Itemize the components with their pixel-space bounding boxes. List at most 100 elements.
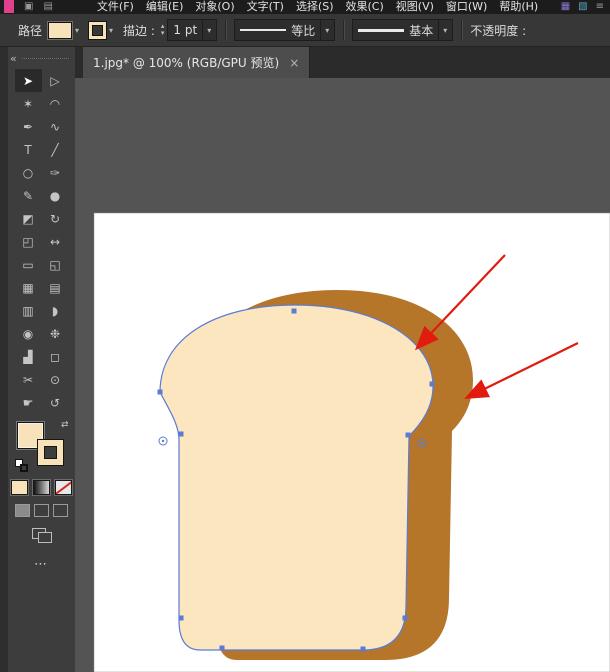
ellipse-tool[interactable]: ○ [15,161,42,184]
draw-normal-button[interactable] [15,504,30,517]
lasso-icon: ◠ [50,97,60,111]
home-icon[interactable]: ▣ [24,1,33,12]
anchor-point[interactable] [403,616,408,621]
stroke-width-field[interactable]: 1 pt ▾ [167,19,217,41]
anchor-point[interactable] [406,433,411,438]
menu-item-2[interactable]: 编辑(E) [146,0,184,14]
stepper-down-icon[interactable]: ▾ [161,30,165,37]
artboard-tool[interactable]: ◻ [42,345,69,368]
workspace-icon[interactable]: ▤ [43,1,52,12]
fill-color-dropdown[interactable]: ▾ [48,22,79,39]
arrange-documents-icon[interactable]: ▦ [561,1,570,12]
gradient-button[interactable] [33,480,50,495]
anchor-point[interactable] [158,390,163,395]
collapse-panel-icon[interactable]: « [10,52,17,65]
ellipse-icon: ○ [23,166,33,180]
anchor-point[interactable] [179,616,184,621]
column-graph-tool[interactable]: ▟ [15,345,42,368]
menu-item-5[interactable]: 选择(S) [296,0,334,14]
menu-item-1[interactable]: 文件(F) [97,0,134,14]
brush-definition-value: 基本 [409,22,433,39]
hand-tool[interactable]: ☛ [15,391,42,414]
draw-behind-button[interactable] [34,504,49,517]
brush-stroke-line-icon [358,29,404,32]
perspective-grid-tool[interactable]: ▦ [15,276,42,299]
menu-item-9[interactable]: 帮助(H) [499,0,538,14]
control-bar: 路径 ▾ ▾ 描边 : ▴ ▾ 1 pt ▾ 等比 ▾ 基本 ▾ [0,14,610,47]
panel-grip[interactable] [22,58,69,59]
menu-item-3[interactable]: 对象(O) [195,0,234,14]
shape-builder-tool[interactable]: ◱ [42,253,69,276]
blend-tool[interactable]: ◉ [15,322,42,345]
blend-icon: ◉ [23,327,33,341]
screen-mode-button[interactable] [32,528,52,543]
opacity-label[interactable]: 不透明度 : [470,22,526,39]
draw-mode-buttons [8,504,75,517]
width-tool[interactable]: ↔ [42,230,69,253]
rotate-tool[interactable]: ↻ [42,207,69,230]
draw-inside-button[interactable] [53,504,68,517]
scale-tool[interactable]: ◰ [15,230,42,253]
anchor-point[interactable] [292,309,297,314]
symbol-sprayer-tool[interactable]: ❉ [42,322,69,345]
line-segment-tool[interactable]: ╱ [42,138,69,161]
blob-brush-tool[interactable]: ● [42,184,69,207]
free-transform-tool[interactable]: ▭ [15,253,42,276]
gradient-icon: ▥ [22,304,33,318]
swap-fill-stroke-icon[interactable]: ⇄ [61,420,69,430]
canvas[interactable] [75,78,610,672]
anchor-point[interactable] [361,647,366,652]
chevron-down-icon: ▾ [202,20,211,40]
stroke-swatch[interactable] [38,440,63,465]
paintbrush-tool[interactable]: ✑ [42,161,69,184]
anchor-point[interactable] [220,646,225,651]
menu-item-7[interactable]: 视图(V) [396,0,434,14]
menu-item-6[interactable]: 效果(C) [346,0,384,14]
pen-tool[interactable]: ✒ [15,115,42,138]
hand-icon: ☛ [23,396,34,410]
slice-icon: ✂ [23,373,33,387]
stroke-color-swatch [89,22,106,39]
anchor-point[interactable] [179,432,184,437]
bread-slice-shape[interactable] [160,305,433,650]
selection-tool[interactable]: ➤ [15,69,42,92]
document-tab[interactable]: 1.jpg* @ 100% (RGB/GPU 预览) × [83,47,310,78]
width-icon: ↔ [50,235,60,249]
direct-selection-tool[interactable]: ▷ [42,69,69,92]
rotate-view-tool[interactable]: ↺ [42,391,69,414]
gradient-tool[interactable]: ▥ [15,299,42,322]
eyedropper-tool[interactable]: ◗ [42,299,69,322]
search-icon[interactable]: ▧ [578,1,587,12]
menu-item-4[interactable]: 文字(T) [247,0,284,14]
stroke-width-stepper[interactable]: ▴ ▾ [161,23,165,37]
blob-brush-icon: ● [50,189,60,203]
chevron-down-icon: ▾ [320,20,329,40]
column-graph-icon: ▟ [23,350,32,364]
color-button[interactable] [11,480,28,495]
none-button[interactable] [55,480,72,495]
type-tool[interactable]: T [15,138,42,161]
lasso-tool[interactable]: ◠ [42,92,69,115]
direct-selection-icon: ▷ [50,74,59,88]
workspace-switcher-icon[interactable]: ≡ [596,1,604,12]
pencil-icon: ✎ [23,189,33,203]
pencil-tool[interactable]: ✎ [15,184,42,207]
corner-widget-dot [162,440,164,442]
anchor-point[interactable] [430,382,435,387]
brush-definition-dropdown[interactable]: 基本 ▾ [352,19,453,41]
eyedropper-icon: ◗ [52,304,58,318]
magic-wand-tool[interactable]: ✶ [15,92,42,115]
edit-toolbar-button[interactable]: ⋯ [8,557,75,572]
close-tab-icon[interactable]: × [289,56,299,70]
menu-item-8[interactable]: 窗口(W) [446,0,487,14]
eraser-icon: ◩ [22,212,33,226]
curvature-tool[interactable]: ∿ [42,115,69,138]
scale-icon: ◰ [22,235,33,249]
eraser-tool[interactable]: ◩ [15,207,42,230]
width-profile-dropdown[interactable]: 等比 ▾ [234,19,335,41]
stroke-color-dropdown[interactable]: ▾ [89,22,113,39]
mesh-tool[interactable]: ▤ [42,276,69,299]
default-fill-stroke-icon[interactable] [15,459,28,472]
slice-tool[interactable]: ✂ [15,368,42,391]
zoom-tool[interactable]: ⊙ [42,368,69,391]
